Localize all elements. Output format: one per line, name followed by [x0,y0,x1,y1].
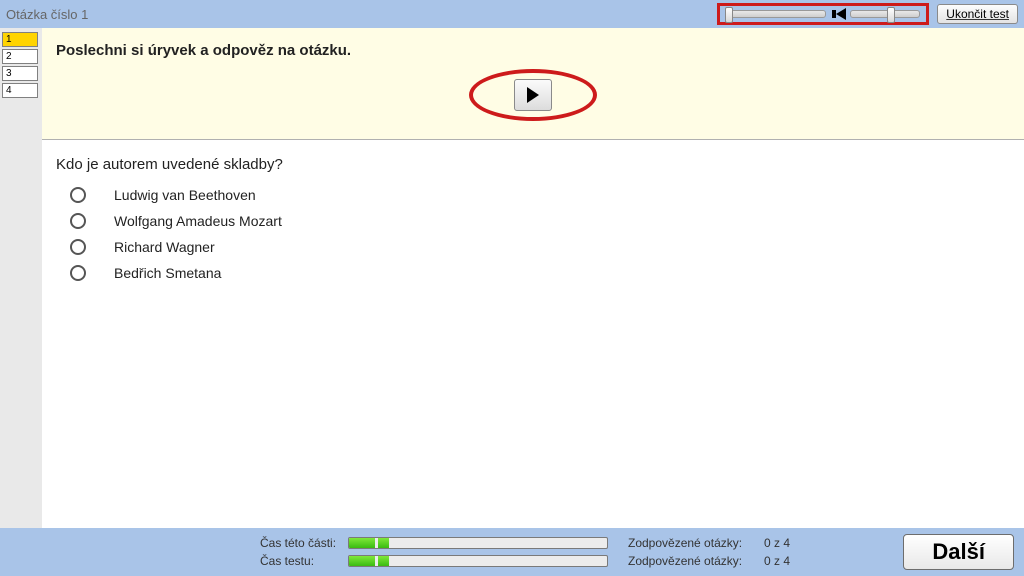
option-label: Bedřich Smetana [114,265,221,281]
part-time-label: Čas této části: [260,536,338,550]
question-nav: 1 2 3 4 [0,28,42,528]
play-button[interactable] [514,79,552,111]
audio-controls-highlight [717,3,929,25]
question-number-title: Otázka číslo 1 [6,7,88,22]
main-panel: Poslechni si úryvek a odpověz na otázku.… [42,28,1024,528]
footer-bar: Čas této části: Čas testu: Zodpovězené o… [0,528,1024,576]
test-time-label: Čas testu: [260,554,338,568]
question-prompt: Kdo je autorem uvedené skladby? [56,156,1010,173]
option-label: Richard Wagner [114,239,215,255]
audio-progress-slider[interactable] [726,10,826,18]
answered-value-1: 0 z 4 [764,536,790,550]
question-nav-item-3[interactable]: 3 [2,66,38,81]
option-row[interactable]: Richard Wagner [70,239,1010,255]
test-time-fill [349,556,389,566]
instruction-block: Poslechni si úryvek a odpověz na otázku. [42,28,1024,140]
option-label: Ludwig van Beethoven [114,187,256,203]
question-area: Kdo je autorem uvedené skladby? Ludwig v… [42,140,1024,307]
end-test-button[interactable]: Ukončit test [937,4,1018,24]
instruction-text: Poslechni si úryvek a odpověz na otázku. [56,42,1010,59]
answered-label-1: Zodpovězené otázky: [628,536,756,550]
answered-value-2: 0 z 4 [764,554,790,568]
radio-icon[interactable] [70,187,86,203]
radio-icon[interactable] [70,239,86,255]
question-nav-item-1[interactable]: 1 [2,32,38,47]
answered-column: Zodpovězené otázky: 0 z 4 Zodpovězené ot… [628,536,790,568]
play-button-highlight [469,69,597,121]
question-nav-item-4[interactable]: 4 [2,83,38,98]
radio-icon[interactable] [70,265,86,281]
timers: Čas této části: Čas testu: [260,536,608,568]
option-label: Wolfgang Amadeus Mozart [114,213,282,229]
speaker-icon [832,8,844,20]
option-row[interactable]: Bedřich Smetana [70,265,1010,281]
radio-icon[interactable] [70,213,86,229]
question-nav-item-2[interactable]: 2 [2,49,38,64]
volume-thumb[interactable] [887,7,895,23]
part-time-fill [349,538,389,548]
part-time-progress [348,537,608,549]
next-button[interactable]: Další [903,534,1014,570]
volume-slider[interactable] [850,10,920,18]
answered-label-2: Zodpovězené otázky: [628,554,756,568]
top-bar: Otázka číslo 1 Ukončit test [0,0,1024,28]
option-row[interactable]: Ludwig van Beethoven [70,187,1010,203]
test-time-progress [348,555,608,567]
option-row[interactable]: Wolfgang Amadeus Mozart [70,213,1010,229]
play-icon [527,87,539,103]
audio-progress-thumb[interactable] [725,7,733,23]
